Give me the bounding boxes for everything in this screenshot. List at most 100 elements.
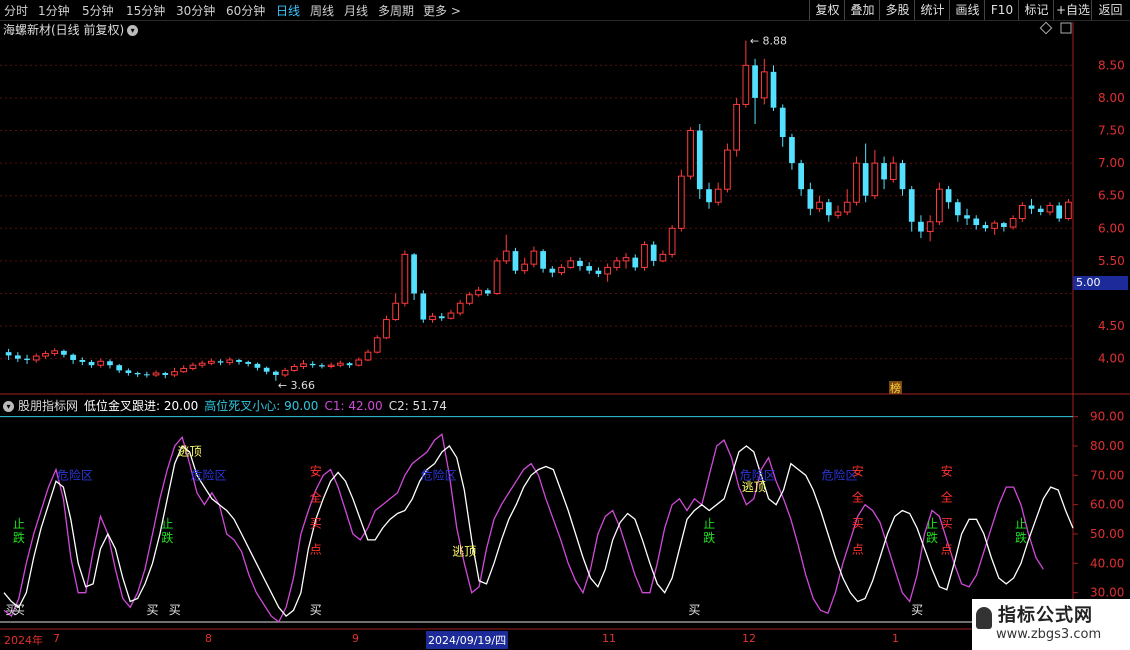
candle-body-down	[807, 189, 814, 209]
signal-safe-buy: 点	[310, 542, 322, 556]
osc-tick-label: 50.00	[1090, 527, 1124, 541]
candle-body-down	[918, 221, 924, 232]
kline-chart[interactable]: 逃顶逃顶逃顶危险区 危险区 危险区 危险区 危险区买买买买买买买止跌止跌止跌止跌止跌安全…	[0, 0, 1130, 650]
candle-body-down	[595, 270, 602, 274]
candle-body-up	[936, 188, 943, 223]
signal-escape: 逃顶	[178, 445, 202, 459]
candle-body-up	[401, 253, 409, 304]
candle-body-down	[798, 163, 804, 190]
candle-body-down	[309, 363, 316, 366]
date-m12: 12	[742, 632, 756, 645]
signal-safe-buy: 买	[310, 516, 322, 530]
signal-danger: 危险区	[421, 467, 457, 482]
window-icon	[1060, 22, 1072, 34]
candle-body-down	[540, 251, 546, 269]
indicator-name[interactable]: 股朋指标网	[18, 399, 78, 413]
candle-body-up	[97, 360, 105, 366]
hand-icon	[976, 607, 992, 629]
candle-body-up	[502, 250, 510, 262]
candle-body-down	[420, 293, 427, 320]
candle-body-down	[825, 202, 832, 216]
candle-body-up	[871, 162, 879, 197]
candle-body-up	[530, 250, 538, 265]
candle-body-up	[926, 221, 934, 233]
signal-safe-buy: 买	[852, 516, 864, 530]
signal-safe-buy: 全	[852, 489, 864, 504]
signal-stop-fall: 止	[13, 517, 25, 531]
candle-body-up	[724, 149, 731, 190]
osc-tick-label: 40.00	[1090, 556, 1124, 570]
candle-body-up	[493, 260, 501, 294]
candle-body-up	[42, 352, 49, 357]
signal-buy: 买	[146, 603, 158, 617]
candle-body-up	[641, 244, 648, 268]
watermark-title: 指标公式网	[998, 605, 1093, 626]
signal-safe-buy: 安	[310, 463, 322, 478]
candle-body-down	[650, 244, 657, 261]
candle-body-down	[549, 268, 556, 273]
signal-stop-fall: 跌	[1015, 530, 1027, 545]
candle-body-up	[447, 312, 455, 319]
indicator-p4: C2: 51.74	[388, 399, 447, 413]
candle-body-up	[733, 103, 740, 151]
candle-body-up	[558, 266, 565, 274]
candle-body-up	[198, 362, 206, 366]
chevron-down-icon[interactable]: ▾	[3, 401, 14, 412]
candle-body-up	[1046, 204, 1054, 213]
candle-body-up	[281, 369, 289, 376]
date-m8: 8	[205, 632, 212, 645]
price-tick-label: 8.00	[1098, 91, 1125, 105]
osc-tick-label: 60.00	[1090, 498, 1124, 512]
price-tick-label: 4.00	[1098, 352, 1125, 366]
candle-body-up	[668, 227, 676, 255]
high-price-mark: ← 8.88	[750, 35, 787, 48]
candle-body-down	[134, 373, 141, 375]
price-tick-label: 6.50	[1098, 189, 1125, 203]
osc-tick-label: 70.00	[1090, 468, 1124, 482]
signal-buy: 买	[911, 603, 923, 617]
candle-body-up	[171, 371, 178, 376]
candle-body-up	[337, 362, 344, 366]
candle-body-down	[964, 215, 970, 219]
candle-body-up	[687, 130, 694, 177]
signal-danger: 危险区	[740, 467, 776, 482]
candle-body-up	[180, 367, 188, 373]
selected-date: 2024/09/19/四	[426, 631, 509, 649]
signal-safe-buy: 全	[941, 489, 953, 504]
candle-body-up	[32, 355, 40, 361]
candle-body-down	[982, 225, 989, 229]
candle-body-down	[908, 189, 915, 222]
candle-body-down	[24, 358, 30, 360]
candle-body-down	[236, 359, 242, 362]
candle-body-down	[862, 163, 869, 196]
osc-tick-label: 30.00	[1090, 586, 1124, 600]
candle-body-up	[622, 257, 630, 262]
osc-line-c1	[3, 433, 1044, 624]
candle-body-up	[843, 201, 851, 213]
candle-body-down	[789, 137, 795, 164]
signal-danger: 危险区	[190, 467, 226, 482]
candle-body-up	[207, 360, 215, 364]
candle-body-down	[881, 163, 887, 180]
candle-body-up	[991, 222, 999, 229]
signal-buy: 买	[688, 603, 700, 617]
signal-stop-fall: 止	[1015, 517, 1027, 531]
price-tick-label: 8.50	[1098, 58, 1125, 72]
diamond-icon	[1039, 21, 1053, 35]
candle-body-up	[364, 351, 372, 361]
date-m7: 7	[53, 632, 60, 645]
signal-buy: 买	[310, 603, 322, 617]
candle-body-up	[1009, 218, 1017, 228]
candle-body-down	[770, 71, 777, 108]
candle-body-up	[152, 372, 160, 376]
candle-body-down	[1056, 205, 1063, 219]
signal-escape: 逃顶	[452, 544, 476, 558]
candle-body-down	[88, 361, 95, 366]
candle-body-down	[1037, 208, 1044, 212]
candle-body-down	[438, 316, 445, 319]
candle-body-down	[263, 367, 270, 372]
price-tick-label: 5.50	[1098, 254, 1125, 268]
candle-body-down	[945, 189, 952, 203]
indicator-header: ▾ 股朋指标网 低位金叉跟进: 20.00 高位死叉小心: 90.00 C1: 42.0…	[3, 397, 453, 414]
candle-body-down	[954, 202, 961, 216]
